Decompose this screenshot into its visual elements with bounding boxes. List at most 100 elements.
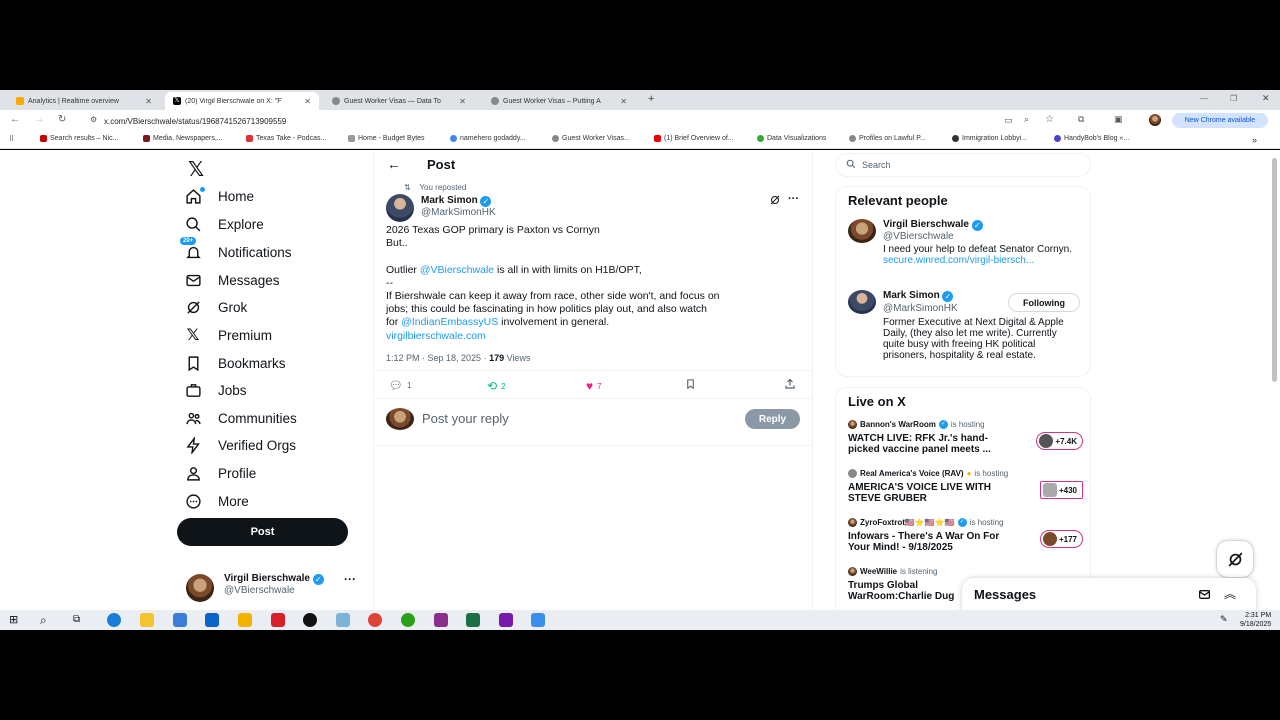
grok-icon[interactable] [769, 194, 781, 209]
bookmark-item[interactable]: Immigration Lobbyi... [952, 135, 1027, 142]
bookmark-item[interactable]: namehero godaddy... [450, 135, 526, 142]
live-item[interactable]: Bannon's WarRoom ✓ is hosting WATCH LIVE: … [848, 420, 1083, 455]
pen-icon[interactable]: ✎ [1220, 614, 1228, 625]
avatar[interactable] [386, 194, 414, 222]
share-action[interactable] [784, 378, 796, 392]
apps-icon[interactable]: ⠿ [9, 135, 14, 143]
bookmark-item[interactable]: Texas Take - Podcas... [246, 135, 326, 142]
x-logo-icon[interactable]: 𝕏 [188, 157, 204, 182]
site-info-icon[interactable]: ⚙ [90, 115, 97, 124]
app-icon[interactable] [336, 613, 350, 627]
more-icon[interactable]: ··· [788, 193, 799, 205]
space-avatar [1039, 434, 1054, 448]
close-icon[interactable]: ✕ [459, 97, 466, 106]
nav-grok[interactable]: Grok [184, 298, 247, 316]
verified-badge-icon: ✓ [312, 574, 324, 585]
tab-analytics[interactable]: Analytics | Realtime overview ✕ [8, 92, 160, 110]
close-icon[interactable]: ✕ [145, 97, 152, 106]
bookmark-item[interactable]: Search results – Nic... [40, 135, 118, 142]
bookmark-item[interactable]: Profiles on Lawful P... [849, 135, 926, 142]
back-arrow-icon[interactable]: ← [387, 156, 401, 172]
person-name[interactable]: Mark Simon [883, 290, 940, 301]
chevron-up-icon[interactable]: ︽ [1224, 585, 1236, 602]
like-action[interactable]: ♥ 7 [586, 379, 602, 393]
window-close-button[interactable]: ✕ [1262, 93, 1270, 104]
post-button[interactable]: Post [177, 518, 348, 546]
search-icon[interactable]: ⌕ [40, 613, 54, 627]
tab-x-post[interactable]: 𝕏 (20) Virgil Bierschwale on X: "F ✕ [165, 92, 319, 110]
bookmark-action[interactable] [685, 378, 696, 392]
store-icon[interactable] [173, 613, 187, 627]
mention-link[interactable]: @VBierschwale [420, 264, 494, 276]
bio-link[interactable]: secure.winred.com/virgil-biersch... [883, 255, 1034, 266]
quickbooks-icon[interactable] [401, 613, 415, 627]
chrome-icon[interactable] [368, 613, 382, 627]
minimize-button[interactable]: — [1200, 94, 1208, 103]
nav-communities[interactable]: Communities [184, 409, 297, 427]
back-arrow-icon[interactable]: ← [10, 114, 20, 125]
omnibox[interactable]: ⚙ x.com/VBierschwale/status/196874152671… [84, 113, 1164, 129]
post-link[interactable]: virgilbierschwale.com [386, 330, 806, 343]
verified-gold-icon: ● [966, 469, 972, 478]
author-name[interactable]: Mark Simon [421, 195, 478, 206]
reply-action[interactable]: 💬︎ 1 [389, 379, 411, 392]
nav-bookmarks[interactable]: Bookmarks [184, 354, 286, 372]
nav-explore[interactable]: Explore [184, 215, 264, 233]
app-icon[interactable] [238, 613, 252, 627]
following-button[interactable]: Following [1008, 293, 1080, 312]
new-tab-button[interactable]: + [648, 93, 654, 105]
x-app-icon[interactable] [303, 613, 317, 627]
bookmark-item[interactable]: (1) Brief Overview of... [654, 135, 734, 142]
nav-premium[interactable]: 𝕏 Premium [184, 326, 272, 344]
nav-more[interactable]: More [184, 492, 249, 510]
live-item[interactable]: Real America's Voice (RAV) ● is hosting AM… [848, 469, 1083, 504]
nav-verified-orgs[interactable]: Verified Orgs [184, 436, 296, 454]
clock[interactable]: 2:31 PM 9/18/2025 [1240, 611, 1271, 629]
new-message-icon[interactable] [1198, 588, 1211, 606]
tab-guest-worker-2[interactable]: Guest Worker Visas – Putting A ✕ [483, 92, 635, 110]
edge-icon[interactable] [107, 613, 121, 627]
nav-home[interactable]: Home [184, 187, 254, 205]
chrome-update-button[interactable]: New Chrome available [1172, 113, 1268, 128]
bookmark-item[interactable]: HandyBob's Blog «... [1054, 135, 1129, 142]
author-handle[interactable]: @MarkSimonHK [421, 207, 496, 218]
outlook-icon[interactable] [205, 613, 219, 627]
nav-messages[interactable]: Messages [184, 271, 280, 289]
avatar[interactable] [848, 290, 876, 314]
file-explorer-icon[interactable] [140, 613, 154, 627]
grok-button[interactable] [1216, 540, 1254, 578]
excel-icon[interactable] [466, 613, 480, 627]
reply-button[interactable]: Reply [745, 409, 800, 429]
account-switcher[interactable]: Virgil Bierschwale ✓ @VBierschwale ··· [176, 568, 366, 604]
live-item[interactable]: ZyroFoxtrot🇺🇸⭐🇺🇸⭐🇺🇸 ✓ is hosting Infowars … [848, 518, 1083, 553]
app-icon[interactable] [434, 613, 448, 627]
bookmark-item[interactable]: Guest Worker Visas... [552, 135, 630, 142]
forward-arrow-icon[interactable]: → [34, 114, 44, 125]
app-icon[interactable] [271, 613, 285, 627]
search-input[interactable]: Search [835, 153, 1091, 177]
bookmark-item[interactable]: Media, Newspapers,... [143, 135, 223, 142]
more-bookmarks-icon[interactable]: » [1252, 135, 1257, 145]
tab-guest-worker-1[interactable]: Guest Worker Visas — Data To ✕ [324, 92, 474, 110]
repost-action[interactable]: ⟲ 2 [487, 379, 506, 393]
page-title: Post [427, 157, 456, 172]
bookmark-item[interactable]: Data Visualizations [757, 135, 826, 142]
nav-notifications[interactable]: Notifications 20+ [180, 237, 292, 261]
restore-button[interactable]: ❐ [1230, 94, 1237, 103]
reply-input[interactable]: Post your reply [422, 411, 509, 426]
reload-icon[interactable]: ↻ [58, 114, 66, 125]
close-icon[interactable]: ✕ [620, 97, 627, 106]
app-icon[interactable] [531, 613, 545, 627]
bookmark-item[interactable]: Home - Budget Bytes [348, 135, 425, 142]
mention-link[interactable]: @IndianEmbassyUS [401, 316, 498, 328]
scrollbar[interactable] [1272, 158, 1277, 382]
person-name[interactable]: Virgil Bierschwale [883, 219, 969, 230]
close-icon[interactable]: ✕ [304, 97, 311, 106]
nav-profile[interactable]: Profile [184, 464, 256, 482]
nav-jobs[interactable]: Jobs [184, 381, 247, 399]
avatar[interactable] [848, 219, 876, 243]
windows-start-icon[interactable]: ⊞ [9, 613, 23, 627]
task-view-icon[interactable]: ⧉ [73, 613, 87, 627]
onenote-icon[interactable] [499, 613, 513, 627]
messages-drawer[interactable]: Messages ︽ [962, 578, 1256, 612]
